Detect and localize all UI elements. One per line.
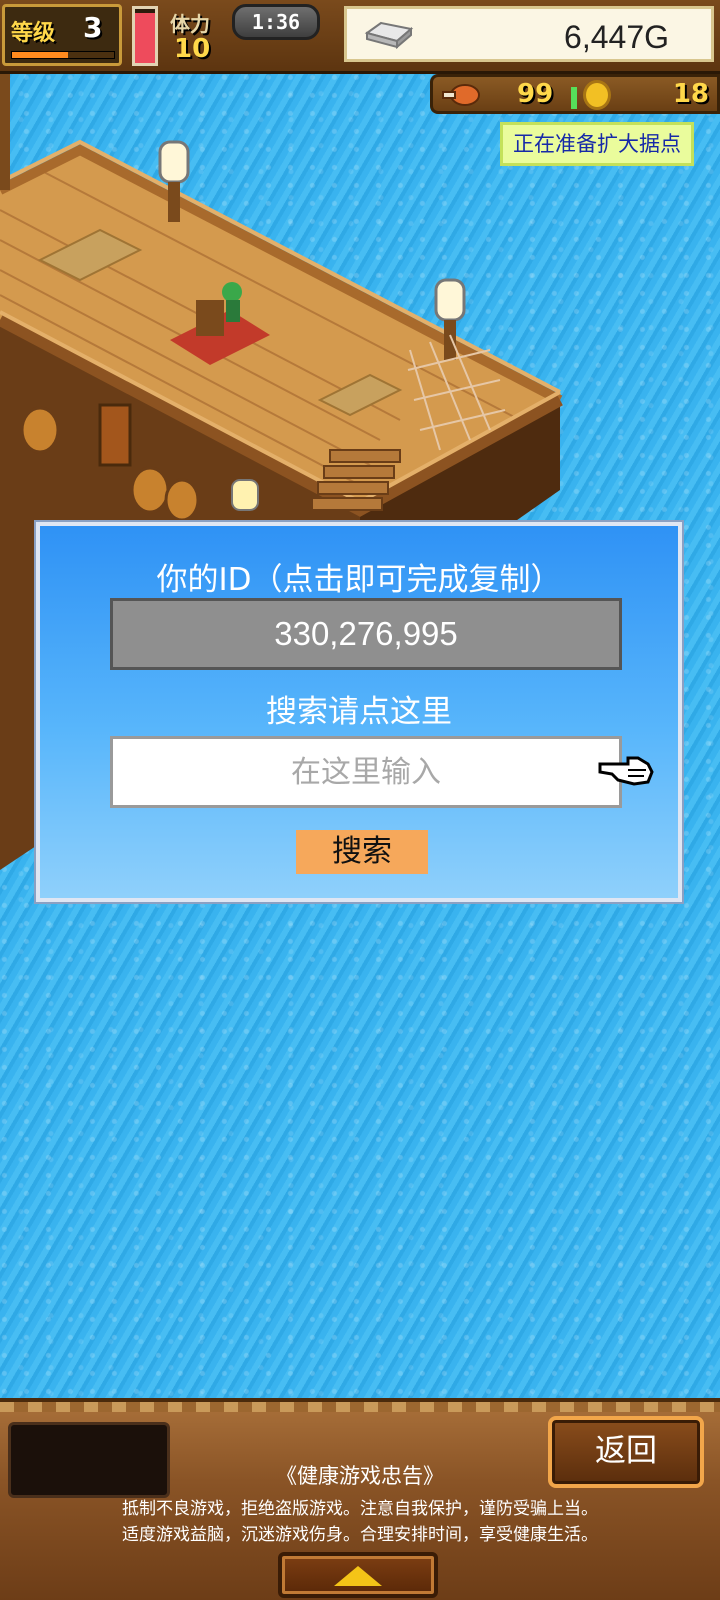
expand-menu-button[interactable] xyxy=(278,1552,438,1598)
medal-coin-icon xyxy=(583,80,611,110)
search-button[interactable]: 搜索 xyxy=(296,830,428,874)
food-count: 99 xyxy=(517,79,554,109)
time-display: 1:36 xyxy=(232,4,320,40)
experience-fill xyxy=(12,52,69,58)
base-status-tag[interactable]: 正在准备扩大据点 xyxy=(500,122,694,166)
resource-divider xyxy=(571,87,577,109)
meat-icon xyxy=(442,84,480,106)
search-title: 搜索请点这里 xyxy=(266,694,452,730)
experience-bar xyxy=(11,51,115,59)
stamina-value: 10 xyxy=(174,34,211,64)
health-notice-line-2: 适度游戏益脑，沉迷游戏伤身。合理安排时间，享受健康生活。 xyxy=(122,1525,598,1545)
pointing-hand-icon xyxy=(598,756,654,786)
stamina-gauge-fill xyxy=(135,13,155,63)
coin-count: 18 xyxy=(672,79,709,109)
level-label: 等级 xyxy=(11,21,56,46)
player-id-box[interactable]: 330,276,995 xyxy=(110,598,622,670)
arrow-up-icon xyxy=(334,1566,382,1586)
level-panel: 等级 3 xyxy=(2,4,122,66)
level-value: 3 xyxy=(83,11,103,44)
stamina-gauge xyxy=(132,6,158,66)
id-title[interactable]: 你的ID（点击即可完成复制） xyxy=(40,554,678,599)
stamina-label: 体力 xyxy=(170,12,210,36)
health-notice-title: 《健康游戏忠告》 xyxy=(276,1464,444,1488)
stamina-panel: 体力 10 xyxy=(166,4,232,66)
id-search-dialog: 你的ID（点击即可完成复制） 330,276,995 搜索请点这里 搜索 xyxy=(36,522,682,902)
silver-ingot-icon xyxy=(364,21,414,50)
top-hud-bar: 等级 3 体力 10 1:36 6,447G xyxy=(0,0,720,74)
health-notice-line-1: 抵制不良游戏，拒绝盗版游戏。注意自我保护，谨防受骗上当。 xyxy=(122,1499,598,1519)
gold-panel: 6,447G xyxy=(344,6,714,62)
gold-amount: 6,447G xyxy=(564,19,669,55)
resource-bar: 99 18 xyxy=(430,74,720,114)
bottom-panel: 返回 《健康游戏忠告》 抵制不良游戏，拒绝盗版游戏。注意自我保护，谨防受骗上当。… xyxy=(0,1398,720,1600)
search-input[interactable] xyxy=(110,736,622,808)
